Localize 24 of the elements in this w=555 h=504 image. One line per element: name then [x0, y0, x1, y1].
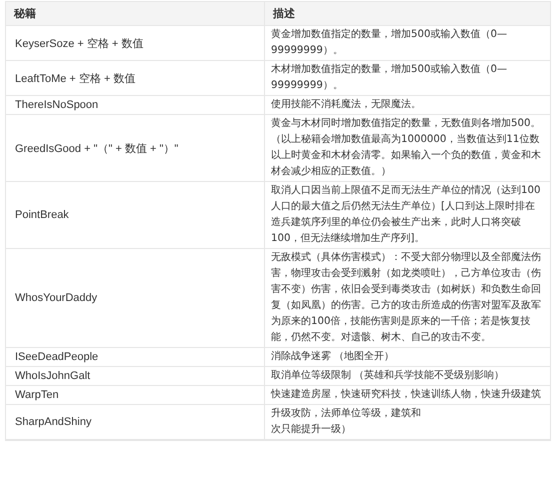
- table-cell: WarpTen: [6, 386, 264, 405]
- description-text: 快速建造房屋，快速研究科技，快速训练人物，快速升级建筑: [271, 388, 542, 402]
- column-header: 描述: [264, 2, 550, 26]
- description-text: 取消人口因当前上限值不足而无法生产单位的情况（达到100人口的最大值之后仍然无法生产单位）[人口到达上限时排在造兵建筑序列里的单位仍会被生产出来，此时人口将突破100，但无法继续增加生产序列]。: [271, 184, 542, 246]
- description-text: 黄金增加数值指定的数量，增加500或输入数值（0—99999999）。: [271, 28, 508, 58]
- table-cell: WhosYourDaddy: [6, 249, 264, 348]
- table-cell: PointBreak: [6, 182, 264, 249]
- description-text: 黄金与木材同时增加数值指定的数量，无数值则各增加500。: [271, 116, 542, 131]
- table-cell: ThereIsNoSpoon: [6, 96, 264, 115]
- description-text: （以上秘籍会增加数值最高为1000000，当数值达到11位数以上时黄金和木材会清零。如果输入一个负的数值，黄金和木材会减少相应的正数值。）: [271, 132, 542, 179]
- column-header: 秘籍: [6, 2, 264, 26]
- description-text: 木材增加数值指定的数量，增加500或输入数值（0—99999999）。: [271, 62, 508, 93]
- description-text: 升级攻防，法师单位等级，建筑和: [271, 406, 422, 421]
- description-text: 取消单位等级限制 （英雄和兵学技能不受级别影响）: [271, 368, 506, 383]
- table-cell: ISeeDeadPeople: [6, 348, 264, 367]
- description-text: 消除战争迷雾 （地图全开）: [271, 350, 396, 364]
- table-cell: WhoIsJohnGalt: [6, 367, 264, 386]
- description-text: 无敌模式（具体伤害模式）：不受大部分物理以及全部魔法伤害，物理攻击会受到溅射（如龙类喷吐），己方单位攻击（伤害不变）伤害，依旧会受到毒类攻击（如树妖）和负数生命回复（如凤凰）的伤害。己方的攻击所造成的伤害对盟军及敌军为原来的100倍，技能伤害则是原来的一千倍；若是恢复技能，仍然不变。对遗骸、树木、自己的攻击不变。: [271, 250, 542, 345]
- description-text: 使用技能不消耗魔法，无限魔法。: [271, 98, 422, 112]
- description-text: 次只能提升一级）: [271, 422, 352, 437]
- table-cell: KeyserSoze + 空格 + 数值: [6, 26, 264, 61]
- table-cell: GreedIsGood + "（" + 数值 + "）": [6, 115, 264, 182]
- table-cell: SharpAndShiny: [6, 405, 264, 440]
- table-cell: LeaftToMe + 空格 + 数值: [6, 61, 264, 96]
